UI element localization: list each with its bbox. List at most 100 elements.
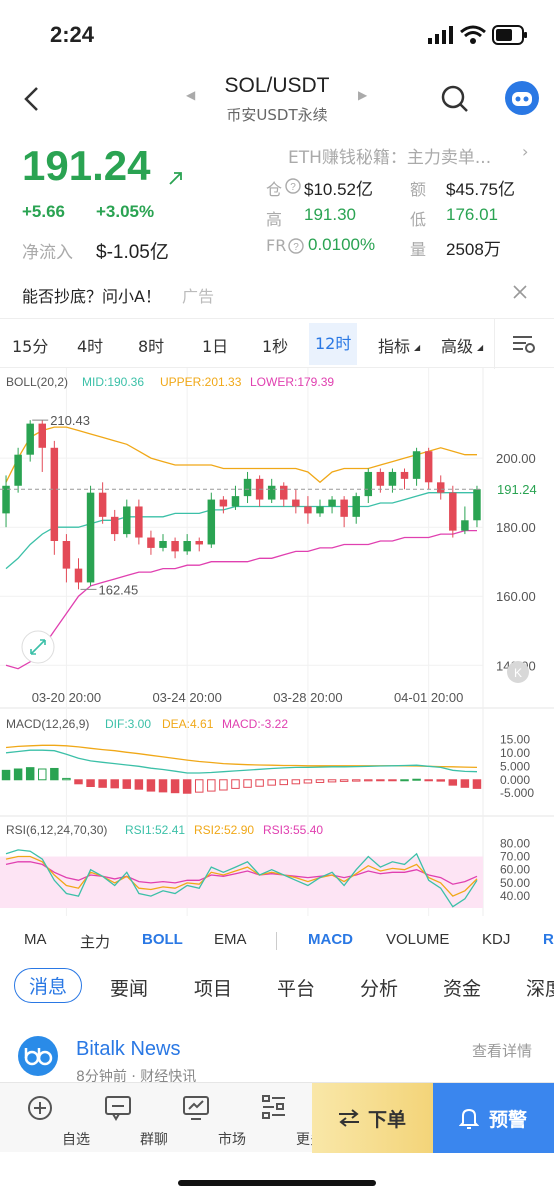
nav-watchlist[interactable]: 自选: [2, 1083, 90, 1153]
macd-histogram-bar: [25, 767, 35, 781]
news-tab-messages[interactable]: 消息: [14, 968, 83, 1003]
kline-chart[interactable]: 03-20 20:00 03-24 20:00 03-28 20:00 04-01 2…: [0, 368, 554, 918]
candle-body: [267, 485, 276, 500]
k-badge[interactable]: K: [507, 661, 529, 683]
signal-icon: [428, 26, 453, 44]
ad-banner[interactable]: 能否抄底？问小A！ 广告: [0, 270, 554, 316]
tf-15m[interactable]: 15分: [12, 333, 48, 357]
news-tab-funds[interactable]: 资金: [443, 974, 481, 1001]
alert-button[interactable]: 预警: [433, 1083, 554, 1153]
rsi3-value: RSI3:55.40: [263, 823, 323, 837]
candle-body: [147, 537, 155, 548]
robot-assistant-icon[interactable]: [504, 80, 540, 116]
candle-body: [316, 506, 324, 514]
news-source[interactable]: Bitalk News: [76, 1038, 180, 1061]
macd-dea-line: [5, 744, 478, 769]
tf-1d[interactable]: 1日: [202, 333, 228, 357]
chart-settings-icon[interactable]: [512, 333, 536, 355]
rsi-tick-label: 60.00: [500, 863, 530, 877]
volume-label: 量: [410, 240, 427, 259]
rsi-tick-label: 80.00: [500, 836, 530, 850]
macd-histogram-bar: [315, 779, 325, 783]
news-tab-projects[interactable]: 项目: [194, 974, 232, 1001]
news-tab-analysis[interactable]: 分析: [360, 974, 398, 1001]
candle-body: [2, 485, 10, 514]
macd-tick-label: 0.000: [500, 773, 530, 787]
macd-histogram-bar: [158, 779, 168, 793]
search-icon[interactable]: [440, 84, 470, 114]
tf-12h[interactable]: 12时: [309, 323, 358, 365]
ad-tag: 广告: [182, 287, 215, 306]
macd-tick-label: -5.000: [500, 786, 534, 800]
order-button[interactable]: 下单: [312, 1083, 433, 1153]
candle-body: [135, 506, 143, 538]
bell-icon: [459, 1108, 479, 1129]
fr-label: FR: [266, 236, 287, 255]
news-more-link[interactable]: 查看详情: [472, 1040, 532, 1061]
macd-histogram-bar: [388, 779, 397, 782]
divider: [494, 319, 495, 369]
tf-indicators[interactable]: 指标: [378, 333, 410, 357]
ind-kdj[interactable]: KDJ: [482, 931, 510, 948]
candle-body: [436, 482, 445, 493]
macd-histogram-bar: [98, 779, 107, 788]
nav-more[interactable]: 更多: [236, 1083, 324, 1153]
amount-value: $45.75亿: [446, 180, 515, 199]
x-tick-label: 03-28 20:00: [273, 690, 342, 705]
tf-advanced[interactable]: 高级: [441, 333, 473, 357]
macd-histogram-bar: [122, 779, 132, 789]
candle-body: [400, 471, 409, 479]
nav-market[interactable]: 市场: [158, 1083, 246, 1153]
current-price-tag-text: 191.24: [497, 482, 537, 497]
help-icon[interactable]: ?: [285, 178, 301, 194]
news-tab-headlines[interactable]: 要闻: [110, 974, 148, 1001]
news-item[interactable]: Bitalk News 8分钟前 · 财经快讯 查看详情: [0, 1024, 554, 1085]
tf-1s[interactable]: 1秒: [262, 333, 288, 357]
ind-ma[interactable]: MA: [24, 931, 47, 948]
ind-macd[interactable]: MACD: [308, 931, 353, 948]
macd-histogram-bar: [219, 779, 228, 791]
nav-group-chat[interactable]: 群聊: [80, 1083, 168, 1153]
macd-histogram-bar: [279, 779, 289, 786]
macd-histogram-bar: [170, 779, 180, 794]
candle-body: [292, 499, 300, 507]
candle-body: [98, 492, 107, 517]
tf-8h[interactable]: 8时: [138, 333, 164, 357]
promo-link[interactable]: ETH赚钱秘籍：主力卖单...: [288, 143, 491, 168]
macd-histogram-bar: [13, 768, 23, 781]
ind-rsi[interactable]: R: [543, 931, 554, 948]
ad-text[interactable]: 能否抄底？问小A！: [22, 283, 161, 307]
macd-histogram-bar: [376, 779, 385, 782]
news-tab-depth[interactable]: 深度: [526, 974, 554, 1001]
close-icon[interactable]: [512, 284, 528, 300]
inflow-value: $-1.05亿: [96, 242, 169, 263]
boll-lower-line: [5, 529, 477, 670]
status-bar: 2:24: [0, 0, 554, 70]
macd-histogram-bar: [74, 779, 83, 785]
news-tab-platforms[interactable]: 平台: [277, 974, 315, 1001]
chevron-right-icon[interactable]: ›: [522, 142, 528, 161]
ind-boll[interactable]: BOLL: [142, 931, 183, 948]
news-tabs: 消息 要闻 项目 平台 分析 资金 深度: [0, 962, 554, 1012]
boll-upper: UPPER:201.33: [160, 375, 242, 389]
expand-icon[interactable]: [21, 630, 55, 664]
candle-body: [38, 423, 47, 448]
macd-histogram-bar: [436, 779, 445, 782]
help-icon[interactable]: ?: [288, 238, 304, 254]
rsi-label: RSI(6,12,24,70,30): [6, 823, 107, 837]
candle-body: [364, 471, 373, 497]
caret-icon: ◢: [477, 343, 484, 352]
high-label: 高: [266, 210, 283, 229]
macd-histogram-bar: [339, 779, 349, 782]
tf-4h[interactable]: 4时: [77, 333, 103, 357]
ind-volume[interactable]: VOLUME: [386, 931, 449, 948]
price-change: +5.66: [22, 202, 66, 221]
x-tick-label: 03-24 20:00: [152, 690, 221, 705]
macd-histogram-bar: [194, 779, 204, 793]
ind-ema[interactable]: EMA: [214, 931, 247, 948]
oi-label: 仓: [266, 180, 283, 199]
svg-text:?: ?: [293, 242, 299, 253]
candle-body: [412, 451, 421, 479]
ind-main-force[interactable]: 主力: [80, 931, 110, 952]
funding-rate-value: 0.0100%: [308, 235, 376, 254]
